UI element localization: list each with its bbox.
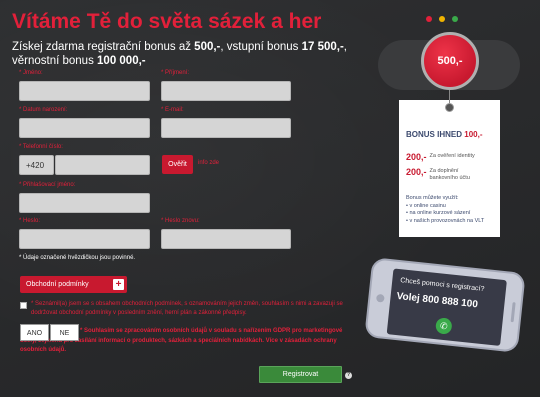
usage-item: • v našich provozovnách na VLT xyxy=(406,217,485,224)
last-name-label: * Příjmení: xyxy=(161,70,190,76)
consent-checkbox[interactable] xyxy=(20,302,27,309)
usage-item: • na online kurzové sázení xyxy=(406,210,471,216)
subtitle-part: Získej zdarma registrační bonus až xyxy=(12,41,195,53)
phone-speaker xyxy=(510,302,516,323)
username-field[interactable] xyxy=(19,193,150,213)
help-phone-number[interactable]: Volej 800 888 100 xyxy=(396,291,478,310)
first-name-field[interactable] xyxy=(19,81,150,101)
bonus-row-identity: 200,- Za ověření identity xyxy=(406,152,475,162)
gdpr-no-button[interactable]: NE xyxy=(50,324,79,341)
gdpr-yes-button[interactable]: ANO xyxy=(20,324,49,341)
terms-button[interactable]: Obchodní podmínky + xyxy=(20,276,127,293)
subtitle-part: 17 500,- xyxy=(301,41,344,53)
subtitle-part: , vstupní bonus xyxy=(220,41,302,53)
bonus-tag: BONUS IHNED 100,- 200,- Za ověření ident… xyxy=(399,100,500,237)
plus-icon: + xyxy=(113,279,124,290)
email-field[interactable] xyxy=(161,118,291,138)
bonus-row-bank: 200,- Za doplnění bankovního účtu xyxy=(406,167,470,181)
bonus-subtitle: Získej zdarma registrační bonus až 500,-… xyxy=(12,40,362,68)
info-link[interactable]: info zde xyxy=(198,160,219,166)
first-name-label: * Jméno: xyxy=(19,70,43,76)
phone-screen: Chceš pomoci s registrací? Volej 800 888… xyxy=(386,268,507,346)
phone-illustration: Chceš pomoci s registrací? Volej 800 888… xyxy=(364,257,526,353)
consent-text: * Seznámil(a) jsem se s obsahem obchodní… xyxy=(31,301,343,316)
password-field[interactable] xyxy=(19,229,150,249)
terms-button-label: Obchodní podmínky xyxy=(26,281,89,288)
subtitle-part: 500,- xyxy=(194,41,221,53)
phone-home-button xyxy=(375,293,385,303)
password-repeat-label: * Heslo znovu: xyxy=(161,218,200,224)
help-question: Chceš pomoci s registrací? xyxy=(399,277,485,293)
password-label: * Heslo: xyxy=(19,218,41,224)
dot-green xyxy=(452,16,458,22)
email-label: * E-mail: xyxy=(161,107,184,113)
birth-date-label: * Datum narození: xyxy=(19,107,68,113)
page-title: Vítáme Tě do světa sázek a her xyxy=(12,10,322,33)
dot-red xyxy=(426,16,432,22)
required-note: * Údaje označené hvězdičkou jsou povinné… xyxy=(19,255,136,261)
usage-item: • v online casinu xyxy=(406,202,446,209)
tag-pin xyxy=(445,103,454,112)
subtitle-part: 100 000,- xyxy=(97,55,146,67)
phone-label: * Telefonní číslo: xyxy=(19,144,63,150)
dot-yellow xyxy=(439,16,445,22)
register-button[interactable]: Registrovat xyxy=(259,366,342,383)
last-name-field[interactable] xyxy=(161,81,291,101)
birth-date-field[interactable] xyxy=(19,118,150,138)
bonus-usage-list: Bonus můžete využít: • v online casinu •… xyxy=(406,195,485,224)
phone-number-field[interactable] xyxy=(55,155,150,175)
bonus-coin: 500,- xyxy=(421,32,479,90)
verify-button[interactable]: Ověřit xyxy=(162,155,193,174)
call-icon[interactable]: ✆ xyxy=(435,317,453,335)
password-repeat-field[interactable] xyxy=(161,229,291,249)
help-icon[interactable]: ? xyxy=(345,372,352,379)
username-label: * Přihlašovací jméno: xyxy=(19,182,76,188)
bonus-tag-title: BONUS IHNED 100,- xyxy=(406,130,483,139)
phone-prefix-field[interactable]: +420 xyxy=(19,155,54,175)
window-dots xyxy=(426,16,458,22)
